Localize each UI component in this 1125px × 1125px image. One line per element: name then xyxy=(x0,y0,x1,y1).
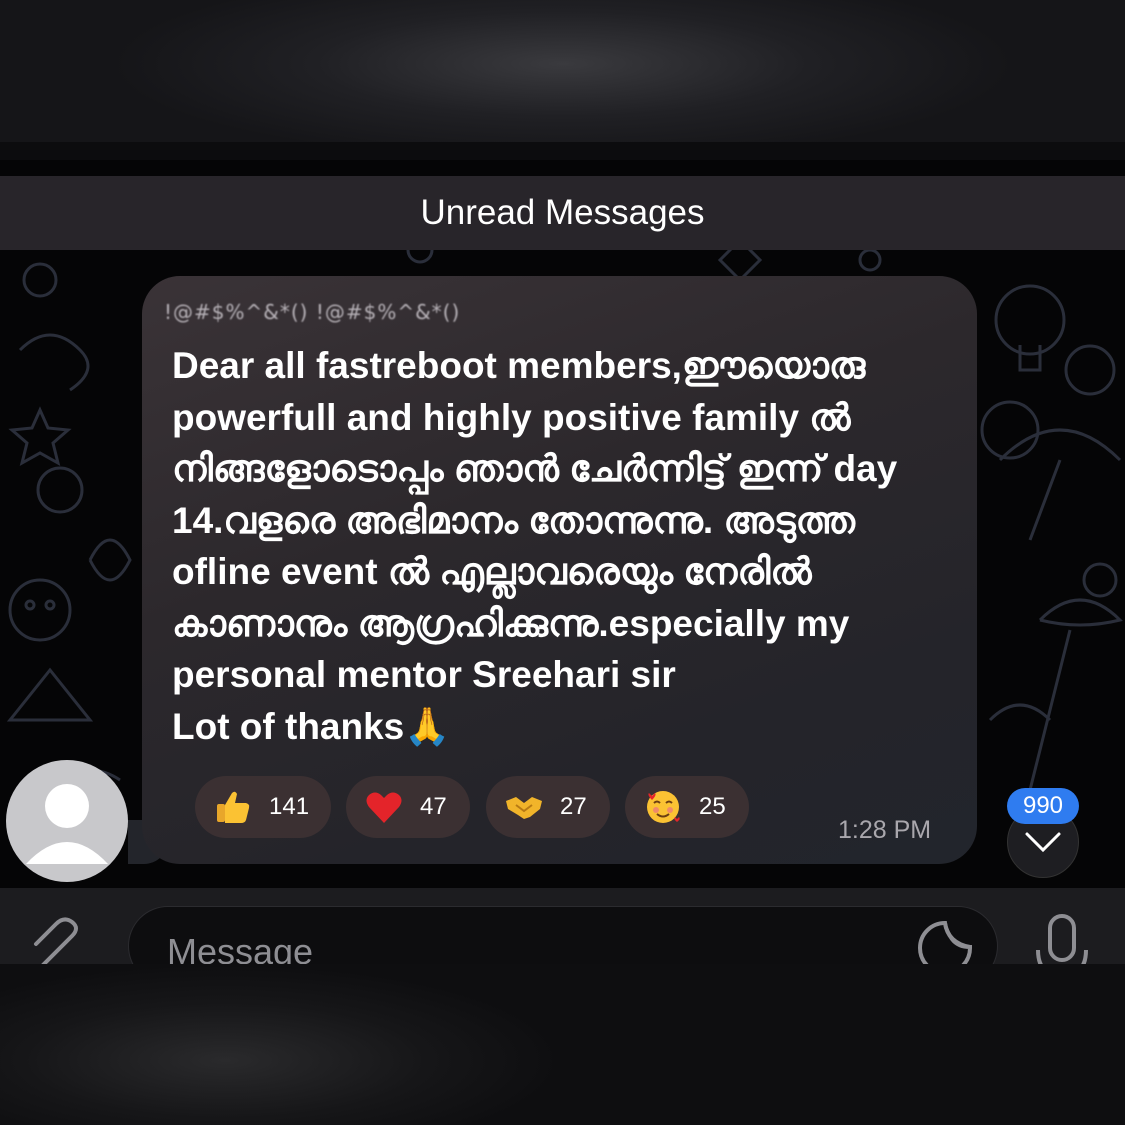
reaction-count: 25 xyxy=(699,793,726,820)
message-input[interactable]: Message xyxy=(128,906,998,964)
reaction-thumbs-up[interactable]: 141 xyxy=(195,776,331,838)
heart-icon xyxy=(366,792,402,823)
reaction-smiling-hearts[interactable]: 25 xyxy=(625,776,749,838)
message-time: 1:28 PM xyxy=(838,816,932,844)
sticker-icon[interactable] xyxy=(914,917,976,964)
reaction-heart[interactable]: 47 xyxy=(346,776,470,838)
blurred-header xyxy=(0,0,1125,160)
sender-avatar[interactable] xyxy=(6,760,128,882)
thumbs-up-icon xyxy=(217,791,250,823)
user-placeholder-icon xyxy=(26,784,108,864)
message-placeholder: Message xyxy=(167,931,314,964)
sender-name[interactable]: !@#$%^&*() !@#$%^&*() xyxy=(164,300,460,326)
reaction-count: 141 xyxy=(269,793,310,820)
reaction-handshake[interactable]: 27 xyxy=(486,776,610,838)
composer-bar: Message xyxy=(0,888,1125,964)
unread-messages-banner: Unread Messages xyxy=(0,176,1125,250)
smiling-face-with-hearts-icon xyxy=(647,791,680,823)
blurred-footer xyxy=(0,964,1125,1125)
reaction-count: 27 xyxy=(560,793,587,820)
reaction-count: 47 xyxy=(420,793,447,820)
chevron-down-icon xyxy=(1025,832,1061,853)
handshake-icon xyxy=(506,797,542,819)
unread-count-badge: 990 xyxy=(1007,788,1079,824)
message-text: Dear all fastreboot members,ഈയൊരു powerf… xyxy=(172,345,898,747)
attach-paperclip-icon[interactable] xyxy=(28,908,98,964)
microphone-icon[interactable] xyxy=(1030,914,1094,964)
